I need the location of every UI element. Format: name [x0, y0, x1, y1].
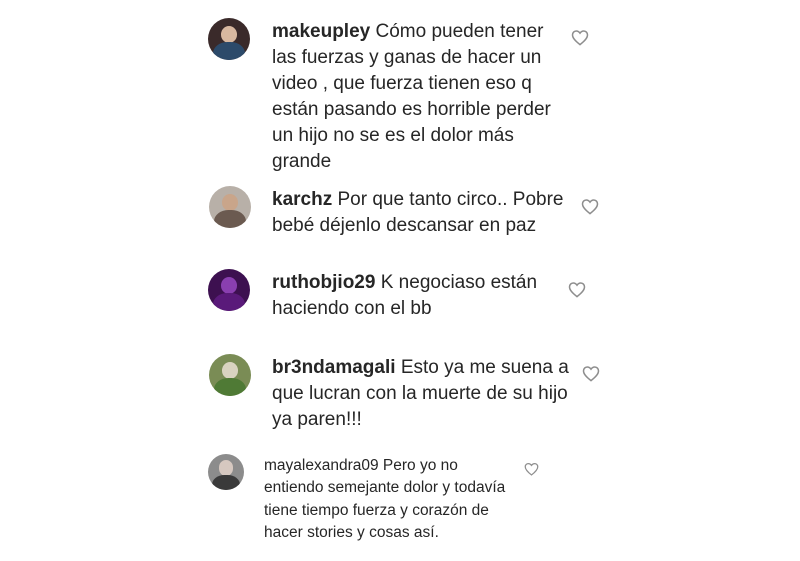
avatar-face: [220, 25, 238, 44]
avatar-body: [214, 378, 246, 396]
comment-text: mayalexandra09 Pero yo no entiendo semej…: [264, 455, 514, 545]
avatar[interactable]: [208, 454, 244, 490]
comment-username[interactable]: mayalexandra09: [264, 457, 379, 474]
avatar[interactable]: [209, 354, 251, 396]
comment-username[interactable]: makeupley: [272, 21, 370, 42]
comment-username[interactable]: br3ndamagali: [272, 357, 396, 378]
avatar-body: [212, 474, 240, 490]
avatar-face: [221, 193, 239, 212]
comment-text: br3ndamagali Esto ya me suena a que lucr…: [272, 355, 592, 433]
heart-outline-icon[interactable]: [581, 198, 599, 215]
avatar-face: [220, 276, 238, 295]
avatar[interactable]: [208, 18, 250, 60]
avatar-body: [213, 293, 245, 311]
heart-outline-icon[interactable]: [571, 29, 589, 46]
comment-username[interactable]: karchz: [272, 189, 332, 210]
heart-outline-icon[interactable]: [524, 462, 539, 476]
comment-text: makeupley Cómo pueden tener las fuerzas …: [272, 19, 572, 175]
comment-text: ruthobjio29 K negociaso están haciendo c…: [272, 270, 572, 322]
heart-outline-icon[interactable]: [568, 281, 586, 298]
heart-outline-icon[interactable]: [582, 365, 600, 382]
comment-username[interactable]: ruthobjio29: [272, 272, 375, 293]
comment-text: karchz Por que tanto circo.. Pobre bebé …: [272, 187, 582, 239]
avatar[interactable]: [208, 269, 250, 311]
comment-body: Cómo pueden tener las fuerzas y ganas de…: [272, 21, 551, 173]
avatar-face: [218, 460, 234, 476]
avatar-body: [213, 42, 245, 60]
avatar[interactable]: [209, 186, 251, 228]
avatar-body: [214, 210, 246, 228]
avatar-face: [221, 361, 239, 380]
